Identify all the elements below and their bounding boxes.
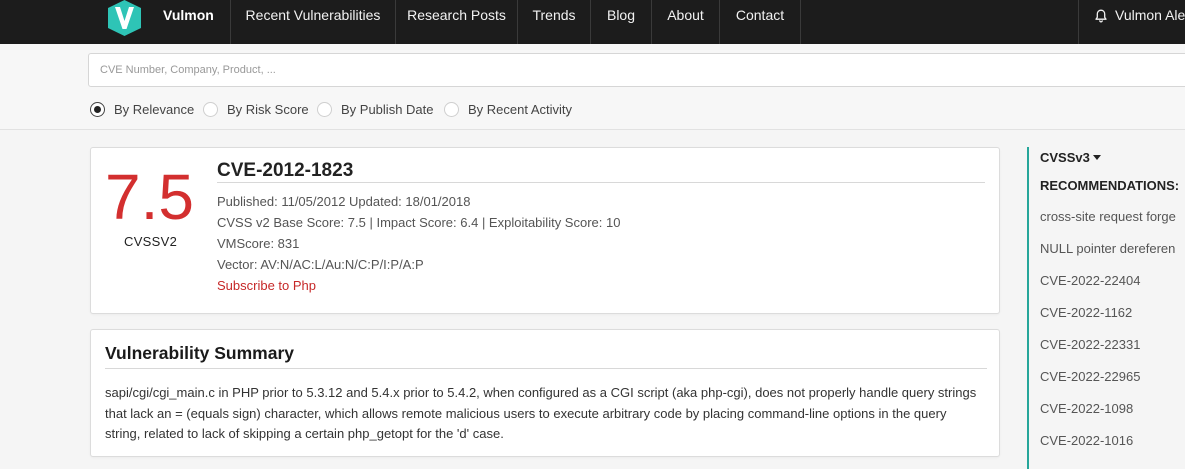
nav-trends[interactable]: Trends [517, 0, 590, 44]
sort-label: By Publish Date [341, 102, 434, 117]
recommendation-item[interactable]: CVE-2022-1098 [1040, 401, 1133, 416]
vulmon-logo-icon[interactable] [106, 0, 143, 36]
recommendation-item[interactable]: CVE-2022-22965 [1040, 369, 1140, 384]
cve-id[interactable]: CVE-2012-1823 [217, 160, 353, 182]
recommendation-item[interactable]: NULL pointer dereferen [1040, 241, 1175, 256]
cvss-score: 7.5 [105, 161, 194, 233]
nav-label: About [667, 7, 704, 23]
sort-label: By Recent Activity [468, 102, 573, 117]
nav-research-posts[interactable]: Research Posts [395, 0, 517, 44]
dropdown-label: CVSSv3 [1040, 150, 1090, 165]
nav-recent-vulnerabilities[interactable]: Recent Vulnerabilities [230, 0, 395, 44]
brand-name[interactable]: Vulmon [163, 7, 214, 23]
recommendation-item[interactable]: cross-site request forge [1040, 209, 1176, 224]
subscribe-link[interactable]: Subscribe to Php [217, 278, 316, 293]
caret-down-icon [1092, 155, 1101, 160]
recommendations-heading: RECOMMENDATIONS: [1040, 178, 1180, 193]
recommendation-item[interactable]: CVE-2022-1162 [1040, 305, 1132, 320]
sort-label: By Risk Score [227, 102, 309, 117]
radio-unchecked-icon [317, 102, 332, 117]
nav-label: Contact [735, 7, 785, 23]
nav-blog[interactable]: Blog [590, 0, 651, 44]
sort-label: By Relevance [114, 102, 195, 117]
recommendation-item[interactable]: CVE-2022-22331 [1040, 337, 1140, 352]
cvss-scores: CVSS v2 Base Score: 7.5 | Impact Score: … [217, 215, 621, 230]
search-section: By Relevance By Risk Score By Publish Da… [0, 44, 1185, 130]
radio-unchecked-icon [444, 102, 459, 117]
divider [105, 368, 987, 369]
summary-text: sapi/cgi/cgi_main.c in PHP prior to 5.3.… [105, 385, 977, 441]
user-label: Vulmon Ale [1115, 7, 1185, 23]
summary-heading: Vulnerability Summary [105, 343, 294, 363]
nav-user-menu[interactable]: Vulmon Ale [1078, 0, 1185, 44]
cvss-version-label: CVSSV2 [124, 234, 178, 249]
radio-unchecked-icon [203, 102, 218, 117]
sidebar-accent-bar [1027, 147, 1029, 469]
vulnerability-summary-card: Vulnerability Summary sapi/cgi/cgi_main.… [90, 329, 1000, 457]
published-dates: Published: 11/05/2012 Updated: 18/01/201… [217, 194, 471, 209]
nav-label: Research Posts [407, 7, 506, 23]
top-navbar: Vulmon Recent Vulnerabilities Research P… [0, 0, 1185, 44]
nav-label: Blog [606, 7, 636, 23]
nav-label: Recent Vulnerabilities [245, 7, 381, 23]
vmscore: VMScore: 831 [217, 236, 300, 251]
radio-checked-icon [90, 102, 105, 117]
divider [217, 182, 985, 183]
nav-contact[interactable]: Contact [719, 0, 801, 44]
cvss-version-dropdown[interactable]: CVSSv3 [1040, 150, 1101, 165]
bell-icon [1095, 9, 1107, 23]
cvss-vector: Vector: AV:N/AC:L/Au:N/C:P/I:P/A:P [217, 257, 424, 272]
search-input[interactable] [88, 53, 1185, 87]
recommendation-item[interactable]: CVE-2022-1016 [1040, 433, 1133, 448]
nav-label: Trends [532, 7, 576, 23]
cve-card: 7.5 CVSSV2 CVE-2012-1823 Published: 11/0… [90, 147, 1000, 314]
nav-about[interactable]: About [651, 0, 719, 44]
recommendation-item[interactable]: CVE-2022-22404 [1040, 273, 1140, 288]
